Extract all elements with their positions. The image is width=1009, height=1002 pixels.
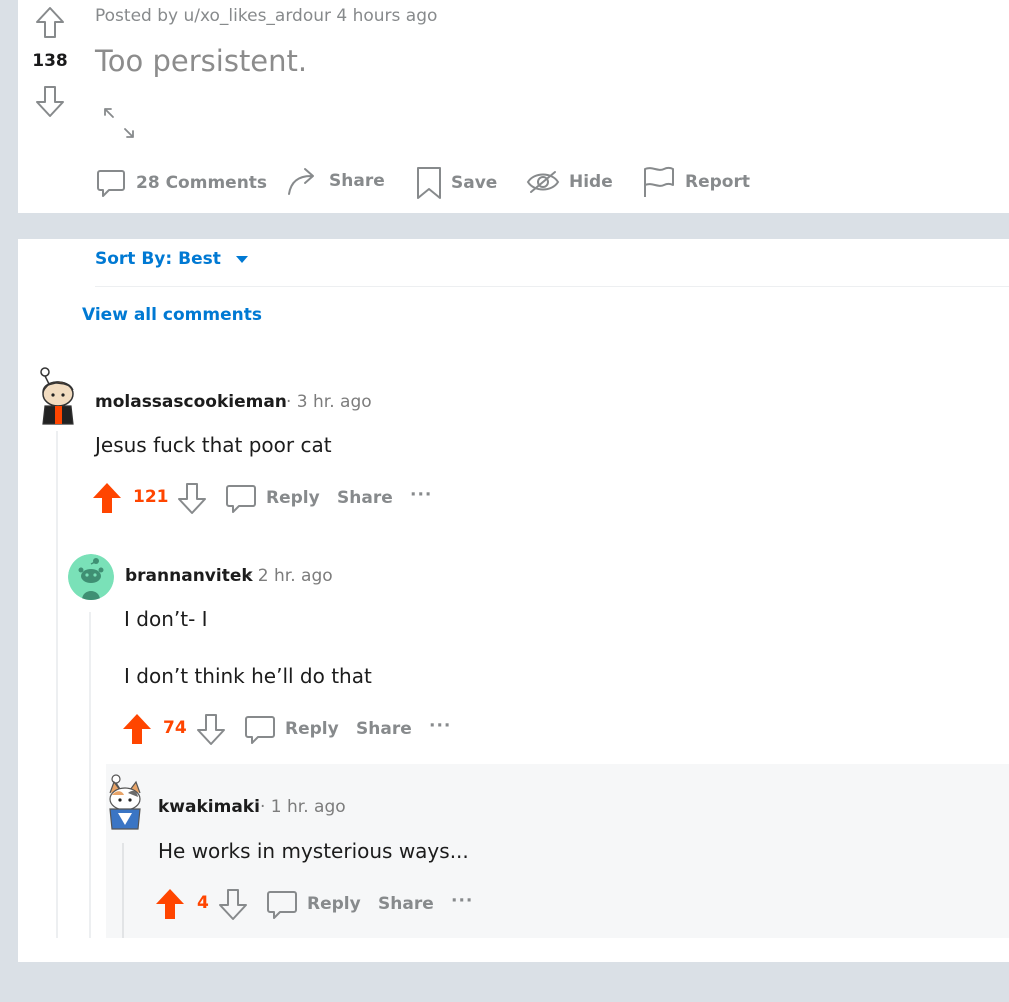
bookmark-icon <box>417 167 441 199</box>
comment-bubble-icon <box>97 170 125 197</box>
post-meta: Posted by u/xo_likes_ardour 4 hours ago <box>95 6 438 26</box>
post-title[interactable]: Too persistent. <box>95 44 307 78</box>
save-button[interactable]: Save <box>416 166 497 200</box>
sort-label: Sort By: Best <box>95 249 221 269</box>
snoo-avatar-icon <box>40 367 74 425</box>
avatar[interactable] <box>102 773 148 831</box>
reply-button[interactable]: Reply <box>285 719 339 739</box>
flag-icon <box>644 166 674 197</box>
view-all-comments-link[interactable]: View all comments <box>82 305 262 325</box>
comment-bubble-icon <box>245 716 275 744</box>
comment-body: He works in mysterious ways... <box>158 839 469 863</box>
reply-button[interactable]: Reply <box>307 894 361 914</box>
comment-username[interactable]: molassascookieman <box>95 392 287 412</box>
downvote-arrow-icon[interactable] <box>176 481 208 515</box>
comments-button[interactable]: 28 Comments <box>95 167 267 199</box>
share-arrow-icon <box>288 168 314 195</box>
sort-dropdown[interactable]: Sort By: Best <box>95 249 249 269</box>
post-score: 138 <box>32 51 68 71</box>
upvote-filled-icon[interactable] <box>91 481 123 515</box>
thread-line[interactable] <box>56 431 58 938</box>
vote-count: 74 <box>163 718 187 738</box>
comment-bubble-icon <box>267 891 297 919</box>
avatar[interactable] <box>68 554 114 600</box>
upvote-filled-icon[interactable] <box>154 887 186 921</box>
snoo-avatar-icon <box>109 774 141 830</box>
caret-down-icon <box>235 256 248 263</box>
vote-count: 4 <box>197 893 209 913</box>
comment-timestamp[interactable]: · 3 hr. ago <box>286 392 372 412</box>
share-button[interactable]: Share <box>356 719 412 739</box>
share-button[interactable]: Share <box>337 488 393 508</box>
comment-body: I don’t think he’ll do that <box>124 664 372 688</box>
comment-username[interactable]: brannanvitek <box>125 566 253 586</box>
comments-card: Sort By: Best View all comments molassas… <box>18 239 1009 962</box>
comment-timestamp[interactable]: · 1 hr. ago <box>260 797 346 817</box>
comment-body: I don’t- I <box>124 607 208 631</box>
hide-label: Hide <box>569 172 613 192</box>
downvote-arrow-icon[interactable] <box>34 84 66 118</box>
thread-line[interactable] <box>89 612 91 938</box>
downvote-arrow-icon[interactable] <box>195 712 227 746</box>
comment-username[interactable]: kwakimaki <box>158 797 260 817</box>
upvote-arrow-icon[interactable] <box>34 6 66 40</box>
divider <box>95 286 1009 287</box>
downvote-arrow-icon[interactable] <box>217 887 249 921</box>
comments-count-label: 28 Comments <box>136 173 268 193</box>
comment-timestamp[interactable]: · 2 hr. ago <box>247 566 333 586</box>
upvote-filled-icon[interactable] <box>121 712 153 746</box>
save-label: Save <box>451 173 498 193</box>
post-card: 138 Posted by u/xo_likes_ardour 4 hours … <box>18 0 1009 213</box>
share-button[interactable]: Share <box>286 165 385 197</box>
share-label: Share <box>329 171 385 191</box>
more-options-icon[interactable]: ··· <box>410 485 432 505</box>
share-button[interactable]: Share <box>378 894 434 914</box>
hide-button[interactable]: Hide <box>526 169 613 195</box>
snoo-avatar-icon <box>68 554 114 600</box>
hide-eye-icon <box>526 171 560 193</box>
thread-line[interactable] <box>122 843 124 938</box>
more-options-icon[interactable]: ··· <box>429 716 451 736</box>
reply-button[interactable]: Reply <box>266 488 320 508</box>
more-options-icon[interactable]: ··· <box>451 891 473 911</box>
expand-icon[interactable] <box>102 106 136 140</box>
report-button[interactable]: Report <box>642 165 750 199</box>
report-label: Report <box>685 172 750 192</box>
comment-bubble-icon <box>226 485 256 513</box>
avatar[interactable] <box>34 366 78 426</box>
comment-body: Jesus fuck that poor cat <box>95 433 332 457</box>
vote-count: 121 <box>133 487 169 507</box>
